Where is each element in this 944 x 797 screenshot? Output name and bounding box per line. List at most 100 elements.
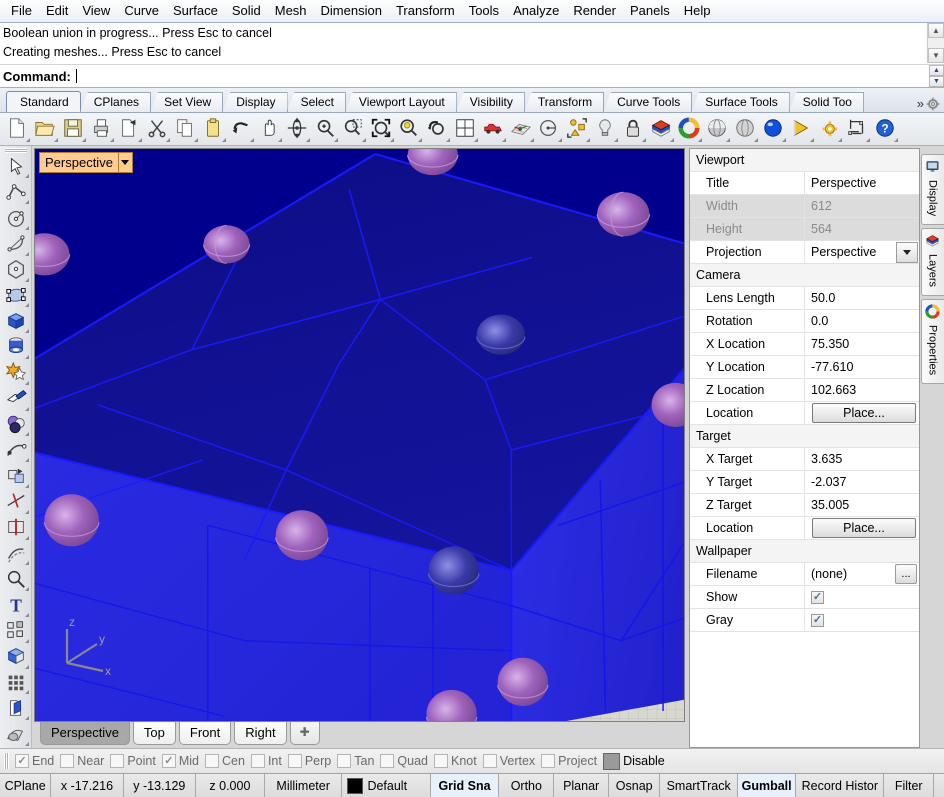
print-button[interactable] bbox=[87, 115, 115, 143]
zoom-previous-button[interactable] bbox=[423, 115, 451, 143]
cplane-grid-button[interactable] bbox=[507, 115, 535, 143]
zoom-in-out-button[interactable] bbox=[311, 115, 339, 143]
osnap-disable[interactable]: Disable bbox=[601, 752, 669, 770]
toolbar-tab-cplanes[interactable]: CPlanes bbox=[79, 92, 152, 112]
options-button[interactable] bbox=[815, 115, 843, 143]
flyout-corner-icon[interactable] bbox=[25, 277, 29, 282]
flyout-corner-icon[interactable] bbox=[502, 138, 506, 142]
spotlight-button[interactable] bbox=[787, 115, 815, 143]
boolean-button[interactable] bbox=[1, 361, 30, 387]
viewport-title-label[interactable]: Perspective bbox=[39, 152, 133, 173]
flyout-corner-icon[interactable] bbox=[642, 138, 646, 142]
flyout-corner-icon[interactable] bbox=[586, 138, 590, 142]
property-value[interactable]: -77.610 bbox=[805, 356, 919, 378]
osnap-tan-checkbox[interactable] bbox=[337, 754, 352, 768]
select-arrow-button[interactable] bbox=[1, 155, 30, 181]
toolbar-tab-surface-tools[interactable]: Surface Tools bbox=[691, 92, 790, 112]
flyout-corner-icon[interactable] bbox=[25, 638, 29, 643]
show-checkbox[interactable] bbox=[811, 590, 824, 604]
osnap-perp[interactable]: Perp bbox=[286, 754, 335, 768]
menu-item-help[interactable]: Help bbox=[677, 1, 718, 21]
osnap-project-checkbox[interactable] bbox=[541, 754, 556, 768]
command-prompt[interactable]: Command: ▲ ▼ bbox=[0, 64, 944, 87]
flyout-corner-icon[interactable] bbox=[838, 138, 842, 142]
menu-item-mesh[interactable]: Mesh bbox=[268, 1, 314, 21]
flyout-corner-icon[interactable] bbox=[25, 354, 29, 359]
zoom-window-button[interactable] bbox=[339, 115, 367, 143]
flyout-corner-icon[interactable] bbox=[250, 138, 254, 142]
surface-tools-button[interactable] bbox=[1, 284, 30, 310]
flyout-corner-icon[interactable] bbox=[25, 535, 29, 540]
flyout-corner-icon[interactable] bbox=[166, 138, 170, 142]
osnap-end[interactable]: End bbox=[13, 754, 58, 768]
polyline-button[interactable] bbox=[1, 180, 30, 206]
box-button[interactable] bbox=[1, 309, 30, 335]
flyout-corner-icon[interactable] bbox=[530, 138, 534, 142]
menu-item-edit[interactable]: Edit bbox=[39, 1, 75, 21]
toolbar-tab-standard[interactable]: Standard bbox=[6, 91, 81, 112]
flyout-corner-icon[interactable] bbox=[558, 138, 562, 142]
flyout-corner-icon[interactable] bbox=[25, 458, 29, 463]
perspective-viewport[interactable]: z y x Perspective bbox=[34, 148, 685, 722]
circle-button[interactable] bbox=[1, 206, 30, 232]
osnap-point[interactable]: Point bbox=[108, 754, 160, 768]
menu-item-tools[interactable]: Tools bbox=[462, 1, 506, 21]
flyout-corner-icon[interactable] bbox=[418, 138, 422, 142]
viewport-tab-top[interactable]: Top bbox=[132, 722, 176, 745]
flyout-corner-icon[interactable] bbox=[25, 329, 29, 334]
help-button[interactable]: ? bbox=[871, 115, 899, 143]
flyout-corner-icon[interactable] bbox=[25, 380, 29, 385]
osnap-mid[interactable]: Mid bbox=[160, 754, 203, 768]
dimension-button[interactable] bbox=[843, 115, 871, 143]
command-spinner[interactable]: ▲ ▼ bbox=[929, 65, 944, 87]
toolbar-tab-curve-tools[interactable]: Curve Tools bbox=[603, 92, 693, 112]
select-objects-button[interactable] bbox=[563, 115, 591, 143]
flyout-corner-icon[interactable] bbox=[110, 138, 114, 142]
status-current-layer[interactable]: Default bbox=[342, 774, 431, 797]
menu-item-render[interactable]: Render bbox=[566, 1, 623, 21]
menu-item-curve[interactable]: Curve bbox=[117, 1, 166, 21]
viewport-menu-chevron-icon[interactable] bbox=[117, 153, 132, 172]
flyout-corner-icon[interactable] bbox=[25, 226, 29, 230]
curve-from-object-button[interactable] bbox=[1, 438, 30, 464]
status-toggle-record-histor[interactable]: Record Histor bbox=[796, 774, 885, 797]
zoom-selected-button[interactable] bbox=[395, 115, 423, 143]
toolbar-tab-overflow[interactable]: » bbox=[915, 96, 944, 112]
cylinder-button[interactable] bbox=[1, 335, 30, 361]
property-value[interactable]: Perspective bbox=[805, 172, 919, 194]
status-toggle-smarttrack[interactable]: SmartTrack bbox=[660, 774, 738, 797]
osnap-cen-checkbox[interactable] bbox=[205, 754, 219, 768]
menu-item-dimension[interactable]: Dimension bbox=[314, 1, 389, 21]
chevron-down-icon[interactable] bbox=[896, 241, 918, 263]
property-value[interactable]: 3.635 bbox=[805, 448, 919, 470]
scroll-up-icon[interactable]: ▲ bbox=[928, 23, 944, 38]
render-button[interactable] bbox=[759, 115, 787, 143]
color-wheel-button[interactable] bbox=[675, 115, 703, 143]
spinner-down-icon[interactable]: ▼ bbox=[929, 76, 944, 87]
flyout-corner-icon[interactable] bbox=[25, 174, 29, 179]
flyout-corner-icon[interactable] bbox=[25, 200, 29, 205]
osnap-vertex[interactable]: Vertex bbox=[481, 754, 539, 768]
flyout-corner-icon[interactable] bbox=[25, 483, 29, 488]
flyout-corner-icon[interactable] bbox=[334, 138, 338, 142]
toolbar-tab-select[interactable]: Select bbox=[286, 92, 346, 112]
toolbar-tab-solid-too[interactable]: Solid Too bbox=[788, 92, 864, 112]
toolbar-tab-transform[interactable]: Transform bbox=[523, 92, 605, 112]
flyout-corner-icon[interactable] bbox=[25, 406, 29, 411]
layer-color-swatch[interactable] bbox=[347, 777, 364, 794]
status-toggle-grid-sna[interactable]: Grid Sna bbox=[430, 774, 500, 797]
osnap-quad-checkbox[interactable] bbox=[380, 754, 395, 768]
toolbar-tab-set-view[interactable]: Set View bbox=[150, 92, 224, 112]
flyout-corner-icon[interactable] bbox=[278, 138, 282, 142]
property-value[interactable]: 35.005 bbox=[805, 494, 919, 516]
flyout-corner-icon[interactable] bbox=[194, 138, 198, 142]
transform-button[interactable] bbox=[1, 464, 30, 490]
dock-tab-layers[interactable]: Layers bbox=[920, 228, 944, 297]
projection-combobox[interactable]: Perspective bbox=[805, 241, 919, 263]
osnap-disable-swatch[interactable] bbox=[603, 752, 621, 770]
open-file-button[interactable] bbox=[31, 115, 59, 143]
split-button[interactable] bbox=[1, 516, 30, 542]
flyout-corner-icon[interactable] bbox=[25, 716, 29, 721]
render-preview-button[interactable] bbox=[479, 115, 507, 143]
analyze-button[interactable] bbox=[1, 567, 30, 593]
